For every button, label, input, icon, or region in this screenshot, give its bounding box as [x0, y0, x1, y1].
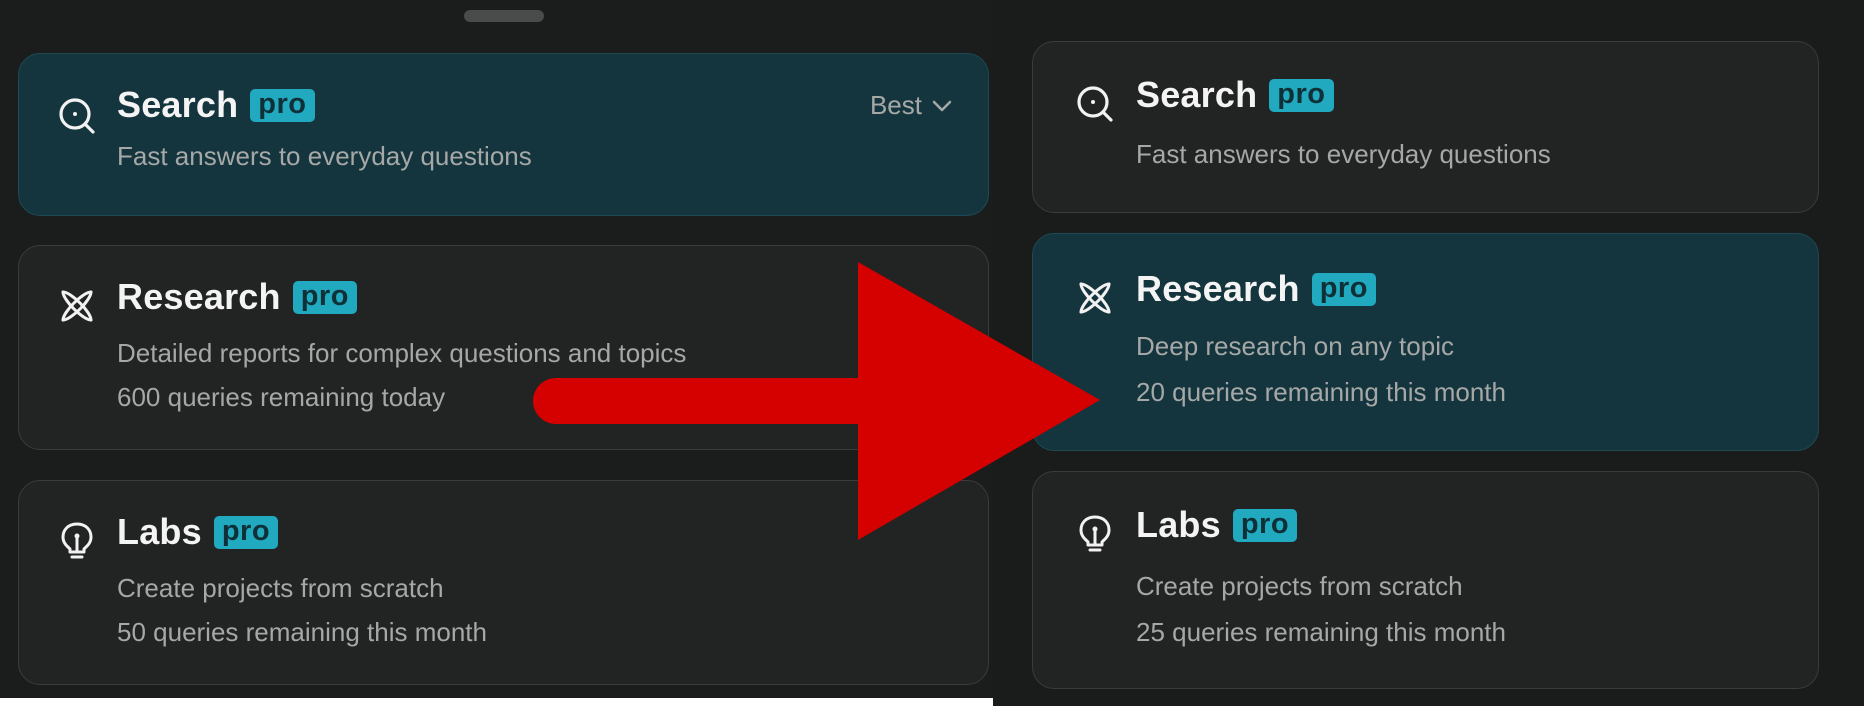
quota-remaining: 600 queries remaining today	[117, 382, 446, 412]
model-dropdown[interactable]: Best	[870, 90, 952, 121]
pro-badge: pro	[1269, 78, 1334, 112]
mode-description: Create projects from scratch	[1136, 571, 1463, 601]
quota-remaining: 50 queries remaining this month	[117, 617, 487, 647]
quota-remaining: 25 queries remaining this month	[1136, 617, 1506, 647]
mode-title: Labs	[1136, 504, 1221, 545]
pro-badge: pro	[250, 88, 315, 122]
mode-option-search[interactable]: Search pro Fast answers to everyday ques…	[18, 53, 989, 216]
drag-handle[interactable]	[464, 10, 544, 22]
pro-badge: pro	[1311, 272, 1376, 306]
quota-remaining: 20 queries remaining this month	[1136, 377, 1506, 407]
mode-option-research[interactable]: Research pro Detailed reports for comple…	[18, 245, 989, 450]
pro-badge: pro	[1232, 508, 1298, 542]
model-dropdown-label: Best	[869, 90, 922, 120]
mode-option-labs[interactable]: Labs pro Create projects from scratch 50…	[18, 480, 989, 685]
mode-title-row: Search pro	[1136, 74, 1334, 116]
mode-description: Create projects from scratch	[117, 573, 444, 603]
mode-title-row: Research pro	[117, 276, 357, 318]
comparison-screenshot: Search pro Fast answers to everyday ques…	[0, 0, 1864, 706]
mode-option-research[interactable]: Research pro Deep research on any topic …	[1032, 233, 1819, 451]
mode-title: Search	[117, 84, 239, 125]
pro-badge: pro	[292, 280, 357, 314]
search-icon	[57, 96, 97, 136]
mode-title-row: Labs pro	[117, 511, 279, 553]
mode-title-row: Research pro	[1136, 268, 1376, 310]
mode-option-search[interactable]: Search pro Fast answers to everyday ques…	[1032, 41, 1819, 213]
mode-title-row: Search pro	[117, 84, 315, 126]
research-icon	[57, 286, 97, 326]
chevron-down-icon	[932, 100, 952, 111]
mode-description: Detailed reports for complex questions a…	[117, 338, 687, 368]
mode-title: Search	[1136, 74, 1258, 115]
mode-title-row: Labs pro	[1136, 504, 1298, 546]
pro-badge: pro	[213, 515, 279, 549]
mode-description: Fast answers to everyday questions	[117, 141, 532, 171]
mode-option-labs[interactable]: Labs pro Create projects from scratch 25…	[1032, 471, 1819, 689]
left-panel: Search pro Fast answers to everyday ques…	[0, 0, 993, 698]
lightbulb-icon	[1075, 514, 1115, 554]
mode-description: Deep research on any topic	[1136, 331, 1454, 361]
mode-title: Research	[1136, 268, 1300, 309]
right-panel: Search pro Fast answers to everyday ques…	[993, 0, 1864, 706]
search-icon	[1075, 84, 1115, 124]
mode-title: Labs	[117, 511, 202, 552]
mode-description: Fast answers to everyday questions	[1136, 139, 1551, 169]
research-icon	[1075, 278, 1115, 318]
mode-title: Research	[117, 276, 281, 317]
lightbulb-icon	[57, 521, 97, 561]
